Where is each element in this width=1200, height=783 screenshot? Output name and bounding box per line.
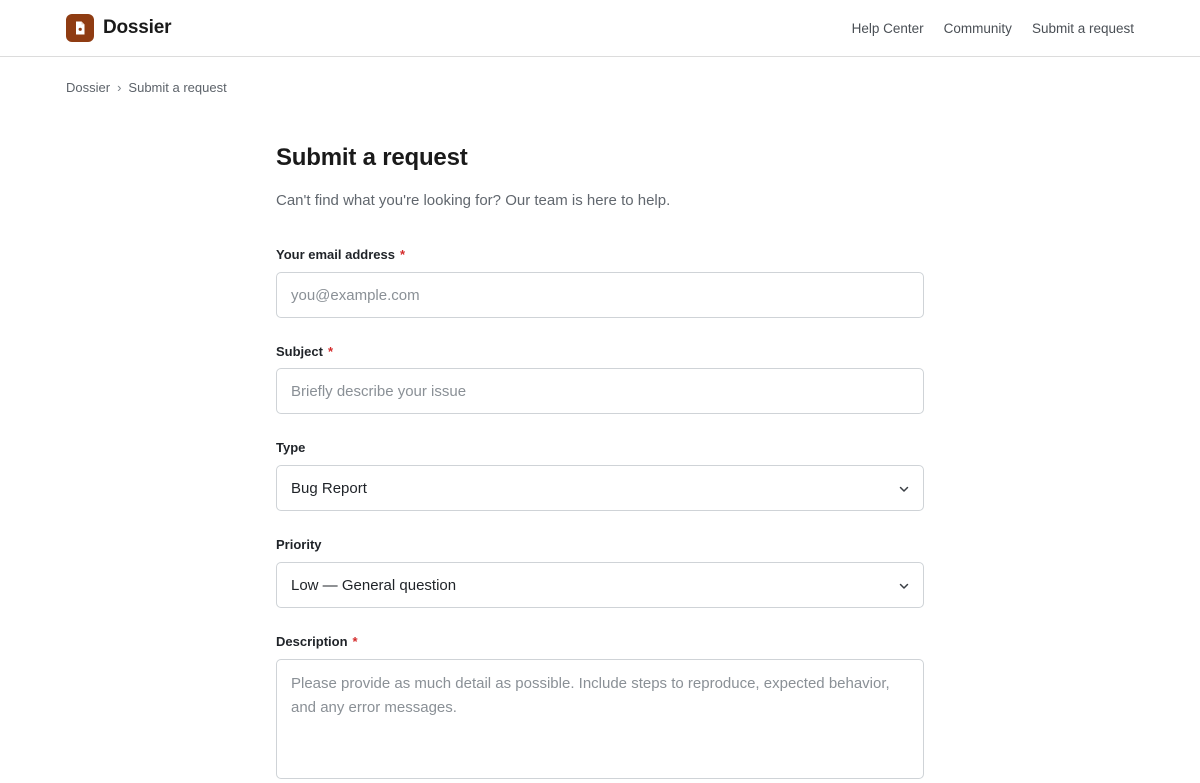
priority-select[interactable]: Low — General question	[276, 562, 924, 608]
priority-selected-value: Low — General question	[291, 576, 457, 594]
chevron-down-icon	[899, 583, 909, 589]
page-subtitle: Can't find what you're looking for? Our …	[276, 192, 671, 209]
page-title: Submit a request	[276, 144, 468, 171]
email-label-text: Your email address	[276, 247, 395, 262]
brand-home-link[interactable]: Dossier	[66, 14, 172, 42]
breadcrumb-separator: ›	[117, 79, 122, 95]
subject-label-text: Subject	[276, 344, 323, 359]
description-field-wrapper	[276, 659, 924, 779]
subject-field[interactable]	[277, 369, 923, 413]
type-selected-value: Bug Report	[291, 479, 367, 497]
type-label: Type	[276, 440, 306, 455]
breadcrumb-home-link[interactable]: Dossier	[66, 80, 110, 95]
subject-field-wrapper	[276, 368, 924, 414]
chevron-down-icon	[899, 486, 909, 492]
brand-name: Dossier	[103, 17, 172, 38]
description-label: Description *	[276, 634, 358, 649]
site-header: Dossier Help Center Community Submit a r…	[0, 0, 1200, 57]
document-icon	[66, 14, 94, 42]
priority-label: Priority	[276, 537, 322, 552]
top-navigation: Help Center Community Submit a request	[832, 0, 1134, 56]
breadcrumb: Dossier › Submit a request	[66, 78, 227, 96]
email-required-marker: *	[399, 247, 406, 262]
description-field[interactable]	[277, 660, 923, 778]
description-label-text: Description	[276, 634, 348, 649]
email-label: Your email address *	[276, 247, 405, 262]
nav-community-link[interactable]: Community	[944, 21, 1012, 36]
subject-required-marker: *	[327, 344, 334, 359]
description-required-marker: *	[352, 634, 358, 649]
email-field[interactable]	[277, 273, 923, 317]
nav-submit-request-link[interactable]: Submit a request	[1032, 21, 1134, 36]
nav-help-center-link[interactable]: Help Center	[852, 21, 924, 36]
email-field-wrapper	[276, 272, 924, 318]
breadcrumb-current-page[interactable]: Submit a request	[128, 80, 226, 95]
type-select[interactable]: Bug Report	[276, 465, 924, 511]
subject-label: Subject *	[276, 344, 333, 359]
